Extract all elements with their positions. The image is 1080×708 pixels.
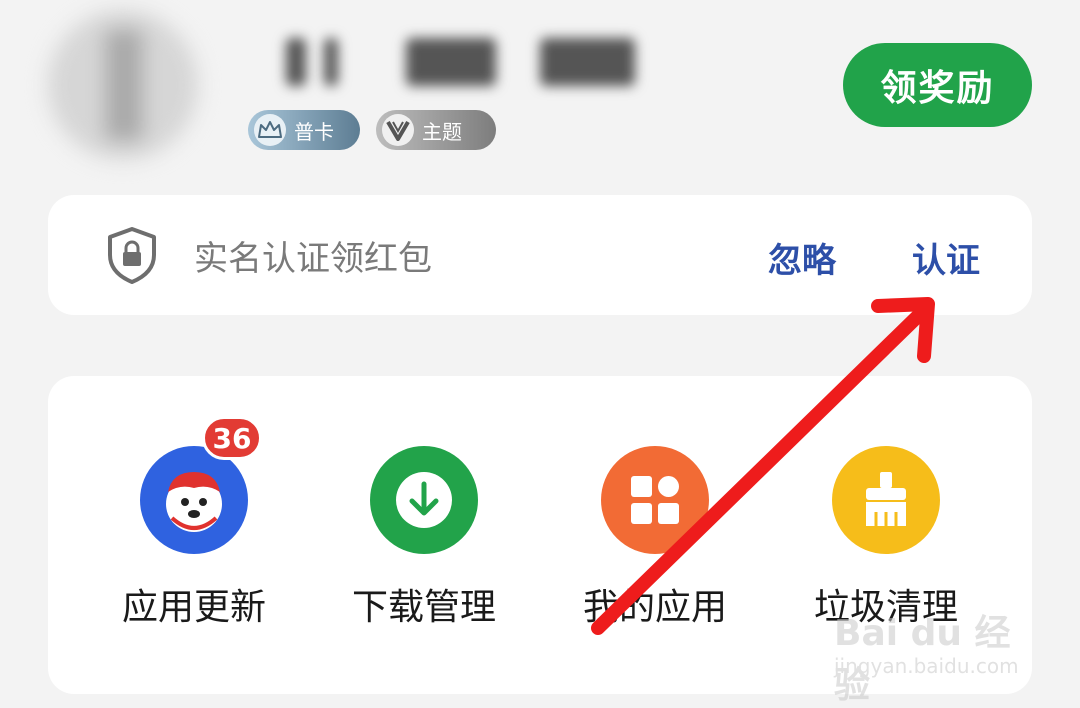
claim-reward-button[interactable]: 领奖励 bbox=[843, 43, 1032, 127]
download-icon bbox=[370, 446, 478, 554]
v-logo-icon bbox=[382, 114, 414, 146]
watermark-url: jingyan.baidu.com bbox=[834, 654, 1019, 678]
verification-prompt: 实名认证领红包 bbox=[194, 239, 432, 279]
mascot-icon: 36 bbox=[140, 416, 262, 554]
app-label: 应用更新 bbox=[121, 587, 266, 628]
app-label: 我的应用 bbox=[582, 587, 727, 628]
verification-banner: 实名认证领红包 忽略 认证 bbox=[48, 195, 1032, 315]
baidu-watermark: Bai du 经验 jingyan.baidu.com bbox=[828, 604, 1028, 706]
grid-apps-icon bbox=[601, 446, 709, 554]
avatar[interactable] bbox=[48, 10, 198, 160]
my-apps-item[interactable]: 我的应用 bbox=[555, 446, 755, 636]
app-label: 下载管理 bbox=[351, 587, 496, 628]
download-manager-item[interactable]: 下载管理 bbox=[324, 446, 524, 636]
shield-lock-icon bbox=[108, 227, 156, 284]
ignore-button[interactable]: 忽略 bbox=[768, 233, 836, 282]
broom-icon bbox=[832, 446, 940, 554]
update-count-badge: 36 bbox=[202, 416, 262, 460]
theme-badge[interactable]: 主题 bbox=[376, 110, 496, 150]
app-update-item[interactable]: 36 应用更新 bbox=[94, 416, 294, 636]
card-level-badge[interactable]: 普卡 bbox=[248, 110, 360, 150]
theme-label: 主题 bbox=[422, 119, 462, 144]
card-level-label: 普卡 bbox=[294, 119, 334, 144]
authenticate-button[interactable]: 认证 bbox=[912, 233, 980, 282]
crown-icon bbox=[254, 114, 286, 146]
username-blurred bbox=[278, 30, 643, 90]
